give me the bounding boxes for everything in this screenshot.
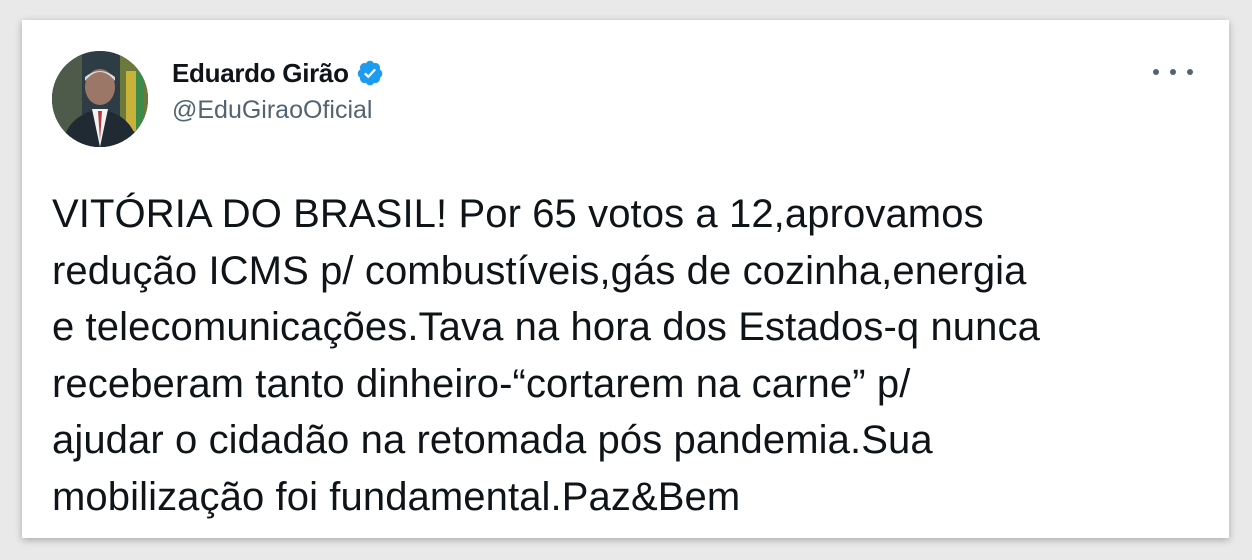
author-name-row: Eduardo Girão bbox=[172, 56, 384, 90]
more-options-icon-dot bbox=[1170, 69, 1176, 75]
tweet-card: Eduardo Girão @EduGiraoOficial VITÓRIA D… bbox=[22, 20, 1229, 538]
author-handle[interactable]: @EduGiraoOficial bbox=[172, 96, 384, 125]
profile-photo bbox=[52, 51, 148, 147]
tweet-author: Eduardo Girão @EduGiraoOficial bbox=[172, 56, 384, 125]
tweet-text: VITÓRIA DO BRASIL! Por 65 votos a 12,apr… bbox=[52, 192, 1040, 519]
more-options-icon-dot bbox=[1187, 69, 1193, 75]
more-options-icon bbox=[1153, 69, 1159, 75]
verified-badge-icon bbox=[356, 59, 384, 87]
author-display-name[interactable]: Eduardo Girão bbox=[172, 58, 349, 89]
more-options-button[interactable] bbox=[1153, 62, 1193, 82]
avatar[interactable] bbox=[52, 51, 148, 147]
